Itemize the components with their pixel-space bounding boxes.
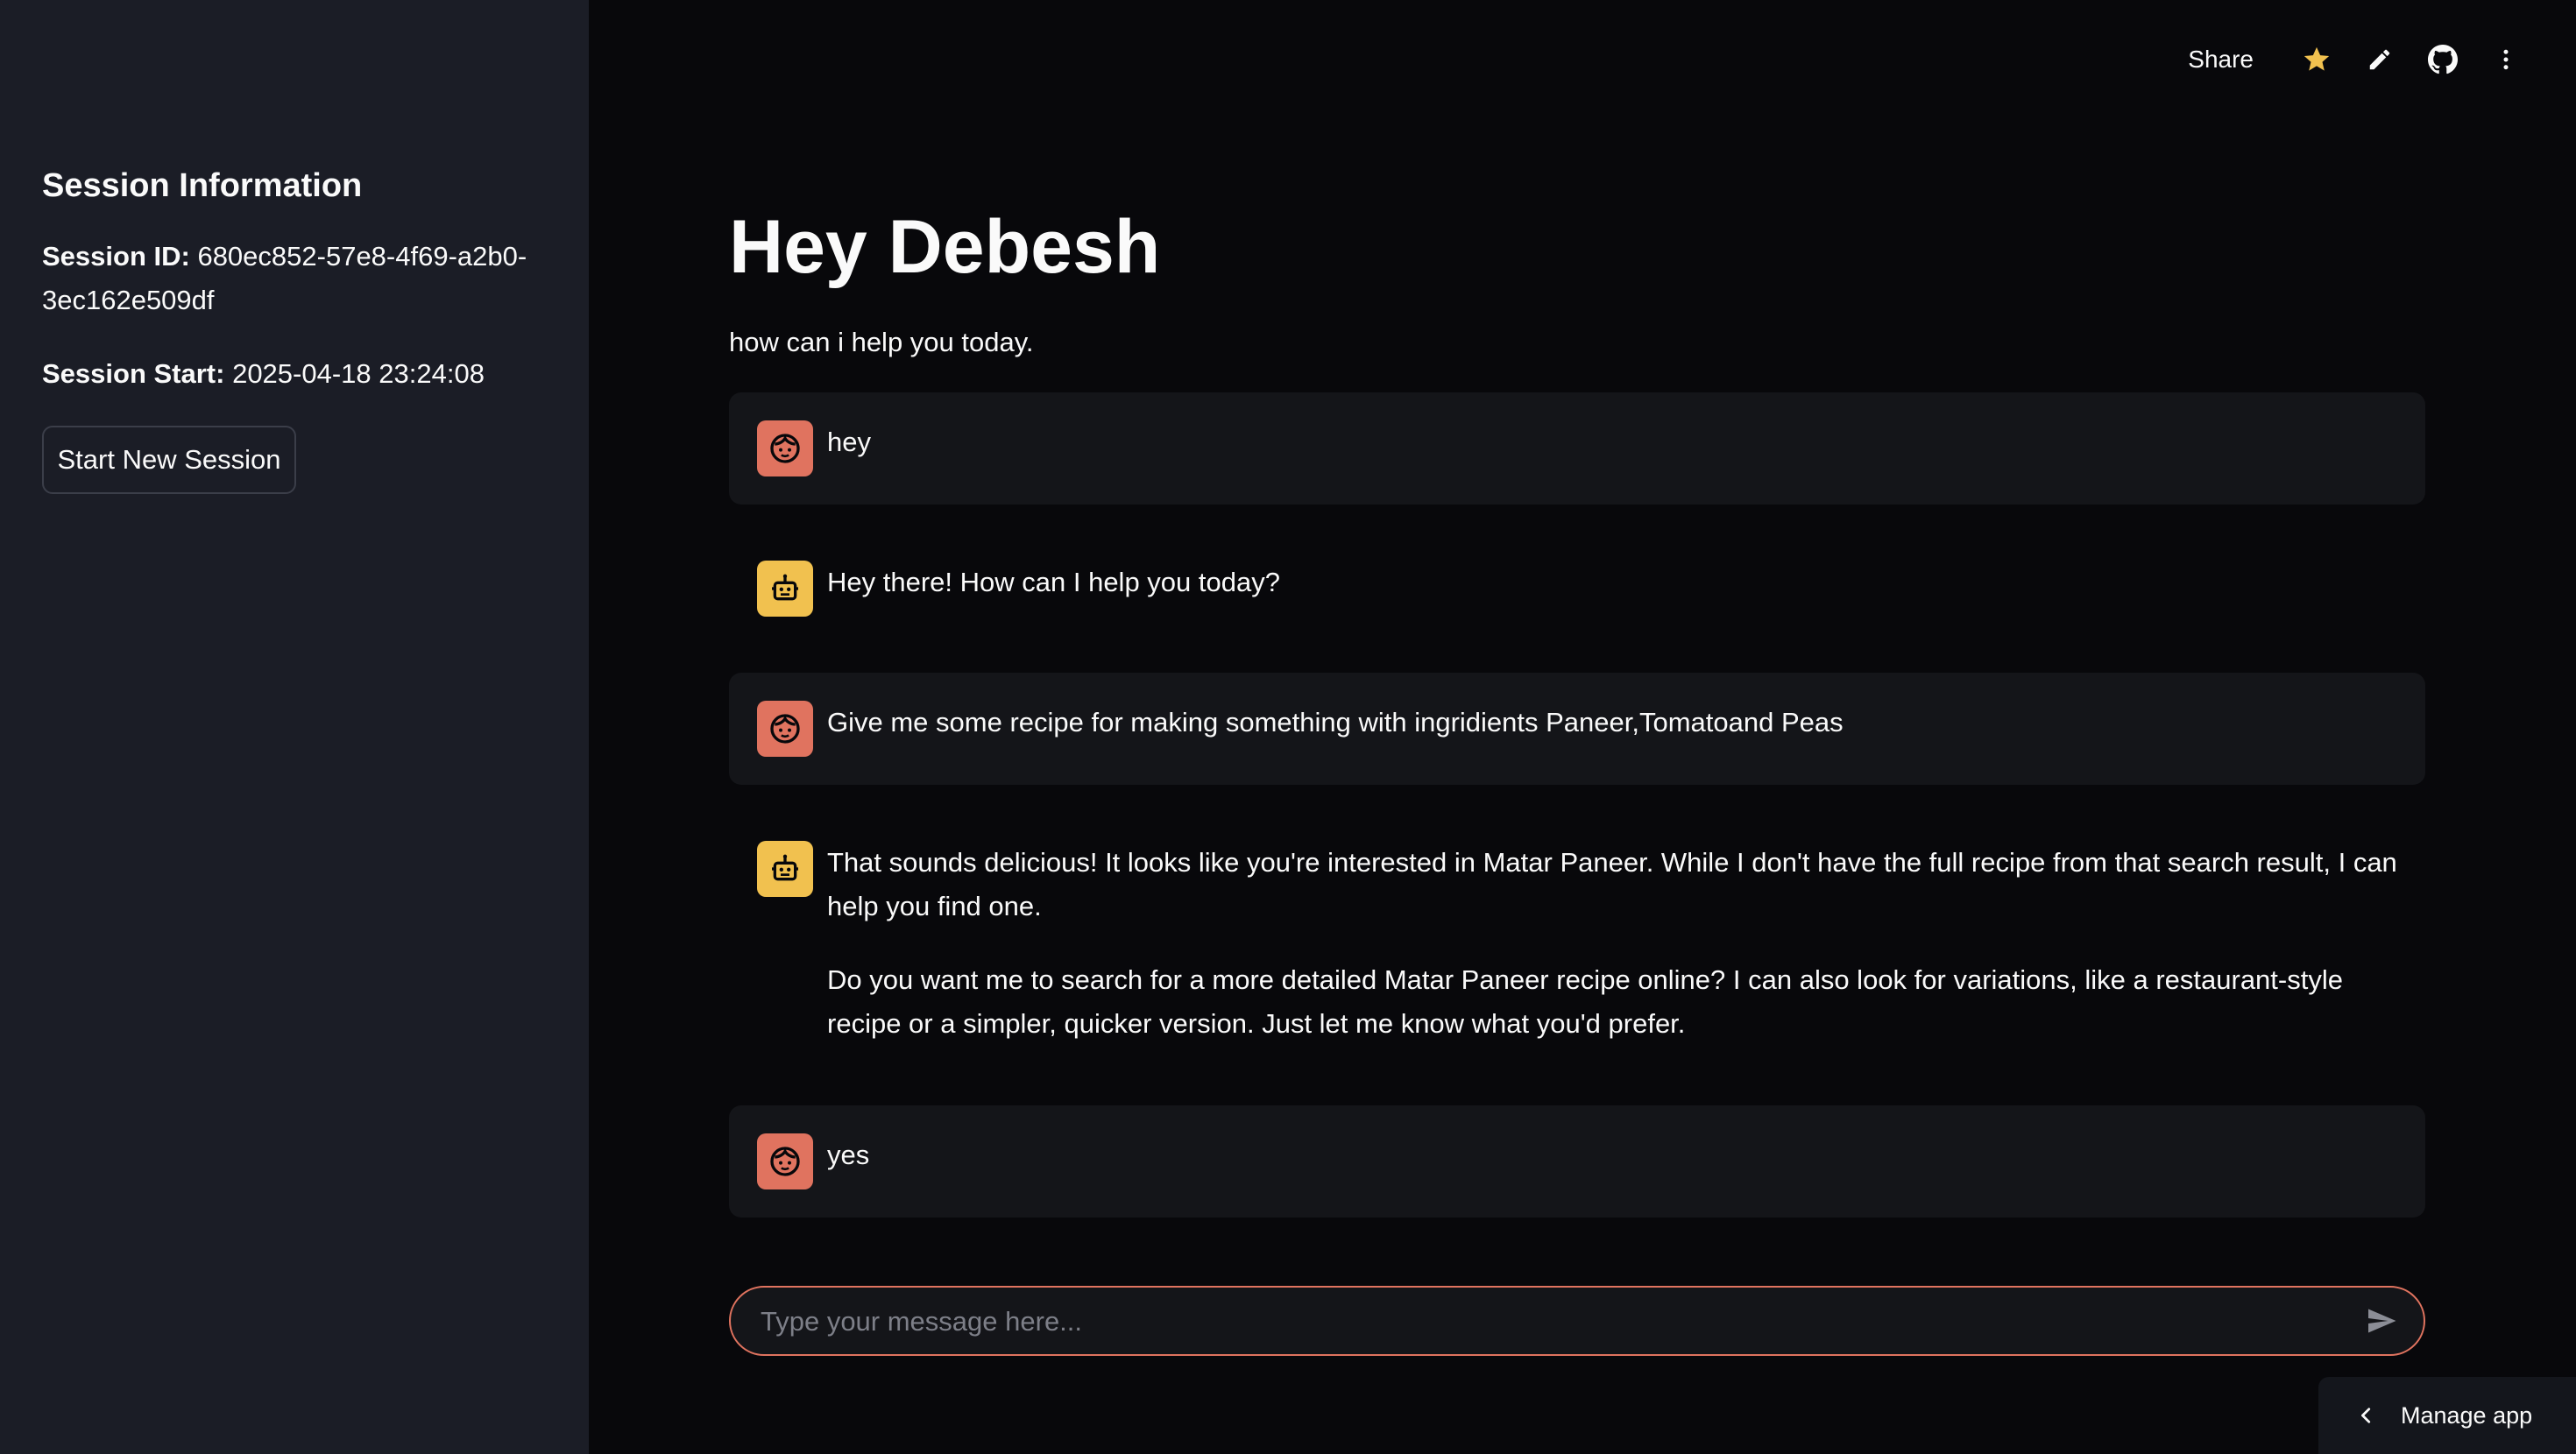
session-start-value: 2025-04-18 23:24:08 [232, 358, 485, 389]
user-avatar-icon [757, 420, 813, 476]
github-icon[interactable] [2411, 32, 2474, 88]
manage-app-label: Manage app [2401, 1401, 2533, 1429]
message-text: Give me some recipe for making something… [827, 707, 1844, 738]
user-avatar-icon [757, 701, 813, 757]
chat-message-user: yes [729, 1105, 2425, 1218]
chat-message-user: Give me some recipe for making something… [729, 673, 2425, 785]
pencil-icon[interactable] [2348, 32, 2411, 88]
message-paragraph: That sounds delicious! It looks like you… [827, 847, 2397, 921]
page-title: Hey Debesh [729, 205, 1161, 289]
message-text: yes [827, 1140, 870, 1170]
more-vertical-icon[interactable] [2474, 32, 2537, 88]
message-paragraph: Do you want me to search for a more deta… [827, 964, 2343, 1039]
chat-message-assistant: Hey there! How can I help you today? [729, 533, 2425, 645]
page-subtitle: how can i help you today. [729, 327, 1034, 357]
bot-avatar-icon [757, 561, 813, 617]
session-id: Session ID: 680ec852-57e8-4f69-a2b0-3ec1… [42, 235, 533, 322]
chat-input-container [729, 1286, 2425, 1356]
bot-avatar-icon [757, 841, 813, 897]
chat-message-user: hey [729, 392, 2425, 505]
share-button[interactable]: Share [2188, 46, 2254, 74]
star-icon[interactable] [2285, 32, 2348, 88]
send-icon[interactable] [2357, 1298, 2406, 1344]
message-text: hey [827, 427, 871, 457]
start-new-session-button[interactable]: Start New Session [42, 426, 296, 494]
sidebar: Session Information Session ID: 680ec852… [0, 0, 589, 1454]
user-avatar-icon [757, 1133, 813, 1189]
app-root: Session Information Session ID: 680ec852… [0, 0, 2576, 1454]
chat-message-input[interactable] [759, 1288, 2322, 1356]
session-start-label: Session Start: [42, 358, 225, 389]
top-toolbar: Share [2188, 32, 2537, 88]
manage-app-button[interactable]: Manage app [2318, 1377, 2576, 1454]
session-start: Session Start: 2025-04-18 23:24:08 [42, 352, 533, 396]
chat-message-assistant: That sounds delicious! It looks like you… [729, 813, 2425, 1074]
session-id-label: Session ID: [42, 241, 190, 272]
sidebar-heading: Session Information [42, 167, 363, 204]
message-text: Hey there! How can I help you today? [827, 567, 1280, 597]
chevron-left-icon [2357, 1404, 2376, 1427]
